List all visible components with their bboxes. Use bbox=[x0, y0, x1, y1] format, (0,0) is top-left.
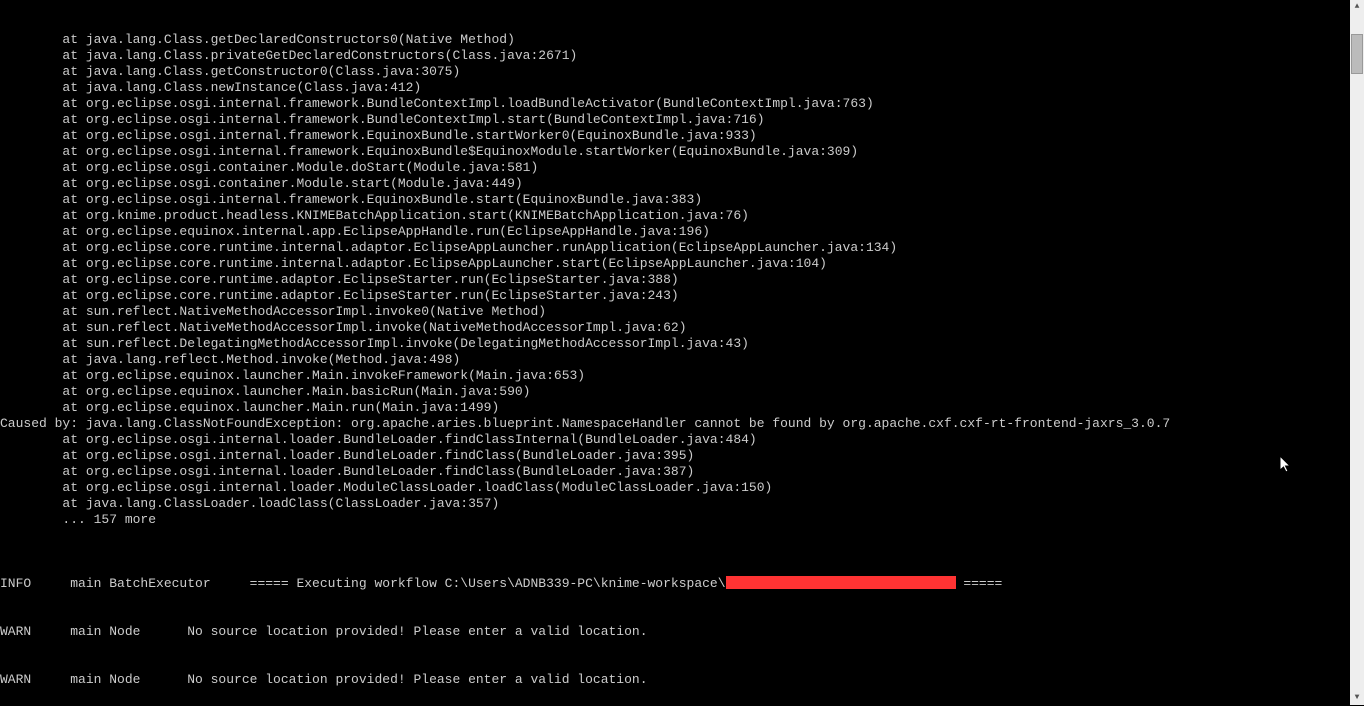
stack-trace-line: at org.eclipse.osgi.container.Module.doS… bbox=[0, 160, 1350, 176]
stack-trace-line: at org.eclipse.core.runtime.internal.ada… bbox=[0, 240, 1350, 256]
stack-trace-line: ... 157 more bbox=[0, 512, 1350, 528]
stack-trace-line: at org.eclipse.equinox.internal.app.Ecli… bbox=[0, 224, 1350, 240]
stack-trace-line: at org.eclipse.osgi.internal.loader.Bund… bbox=[0, 448, 1350, 464]
scroll-track[interactable] bbox=[1350, 14, 1364, 691]
stack-trace-line: Caused by: java.lang.ClassNotFoundExcept… bbox=[0, 416, 1350, 432]
stack-trace-line: at org.eclipse.core.runtime.adaptor.Ecli… bbox=[0, 288, 1350, 304]
stack-trace-line: at org.eclipse.osgi.internal.loader.Bund… bbox=[0, 432, 1350, 448]
stack-trace-line: at org.eclipse.osgi.internal.framework.E… bbox=[0, 192, 1350, 208]
stack-trace-block: at java.lang.Class.getDeclaredConstructo… bbox=[0, 32, 1350, 544]
stack-trace-line: at java.lang.Class.newInstance(Class.jav… bbox=[0, 80, 1350, 96]
stack-trace-line: at java.lang.Class.getDeclaredConstructo… bbox=[0, 32, 1350, 48]
vertical-scrollbar[interactable]: ▲ ▼ bbox=[1350, 0, 1364, 705]
stack-trace-line: at sun.reflect.NativeMethodAccessorImpl.… bbox=[0, 304, 1350, 320]
scroll-up-arrow-icon[interactable]: ▲ bbox=[1350, 0, 1364, 14]
stack-trace-line: at java.lang.Class.privateGetDeclaredCon… bbox=[0, 48, 1350, 64]
console-output[interactable]: at java.lang.Class.getDeclaredConstructo… bbox=[0, 0, 1350, 705]
stack-trace-line: at org.eclipse.osgi.container.Module.sta… bbox=[0, 176, 1350, 192]
stack-trace-line: at org.eclipse.osgi.internal.framework.E… bbox=[0, 144, 1350, 160]
stack-trace-line: at org.eclipse.osgi.internal.framework.B… bbox=[0, 112, 1350, 128]
stack-trace-line: at org.eclipse.osgi.internal.framework.E… bbox=[0, 128, 1350, 144]
stack-trace-line bbox=[0, 528, 1350, 544]
scroll-down-arrow-icon[interactable]: ▼ bbox=[1350, 691, 1364, 705]
redacted-text bbox=[726, 576, 956, 589]
stack-trace-line: at org.eclipse.equinox.launcher.Main.inv… bbox=[0, 368, 1350, 384]
stack-trace-line: at sun.reflect.NativeMethodAccessorImpl.… bbox=[0, 320, 1350, 336]
log-line: WARN main Node No source location provid… bbox=[0, 624, 1350, 640]
log-line: WARN main Node No source location provid… bbox=[0, 672, 1350, 688]
stack-trace-line: at org.knime.product.headless.KNIMEBatch… bbox=[0, 208, 1350, 224]
scroll-thumb[interactable] bbox=[1351, 34, 1363, 74]
stack-trace-line: at org.eclipse.core.runtime.adaptor.Ecli… bbox=[0, 272, 1350, 288]
stack-trace-line: at org.eclipse.osgi.internal.loader.Modu… bbox=[0, 480, 1350, 496]
stack-trace-line: at org.eclipse.osgi.internal.framework.B… bbox=[0, 96, 1350, 112]
stack-trace-line: at java.lang.reflect.Method.invoke(Metho… bbox=[0, 352, 1350, 368]
stack-trace-line: at org.eclipse.core.runtime.internal.ada… bbox=[0, 256, 1350, 272]
stack-trace-line: at org.eclipse.osgi.internal.loader.Bund… bbox=[0, 464, 1350, 480]
stack-trace-line: at org.eclipse.equinox.launcher.Main.run… bbox=[0, 400, 1350, 416]
stack-trace-line: at sun.reflect.DelegatingMethodAccessorI… bbox=[0, 336, 1350, 352]
stack-trace-line: at java.lang.ClassLoader.loadClass(Class… bbox=[0, 496, 1350, 512]
log-line: INFO main BatchExecutor ===== Executing … bbox=[0, 576, 1350, 592]
stack-trace-line: at org.eclipse.equinox.launcher.Main.bas… bbox=[0, 384, 1350, 400]
stack-trace-line: at java.lang.Class.getConstructor0(Class… bbox=[0, 64, 1350, 80]
